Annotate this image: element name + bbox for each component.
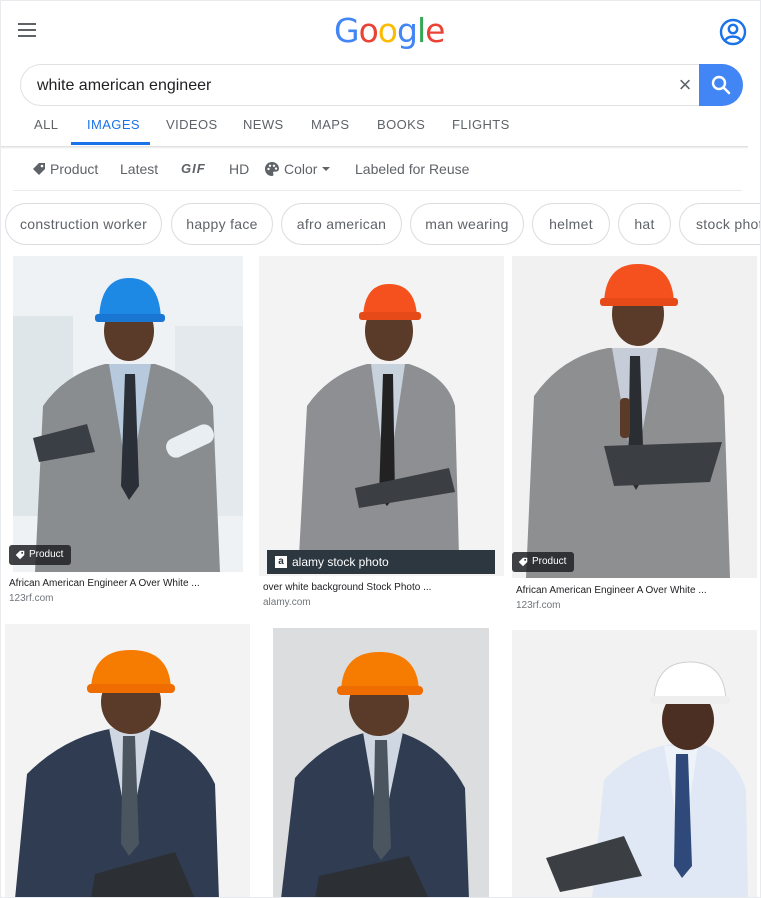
result-title[interactable]: African American Engineer A Over White .… bbox=[9, 578, 200, 589]
result-title[interactable]: over white background Stock Photo ... bbox=[263, 582, 431, 593]
tag-icon bbox=[33, 163, 45, 175]
result-image[interactable] bbox=[5, 624, 250, 897]
result-image[interactable] bbox=[512, 630, 757, 897]
watermark-text: alamy stock photo bbox=[292, 555, 389, 569]
search-box: × bbox=[20, 64, 743, 106]
tool-labeled-for-reuse[interactable]: Labeled for Reuse bbox=[355, 161, 469, 177]
tab-flights[interactable]: FLIGHTS bbox=[452, 117, 510, 132]
chip[interactable]: construction worker bbox=[5, 203, 162, 245]
result-photo bbox=[273, 628, 489, 897]
tab-books[interactable]: BOOKS bbox=[377, 117, 425, 132]
logo-letter: G bbox=[334, 11, 360, 50]
chip[interactable]: stock photo bbox=[679, 203, 760, 245]
tool-latest[interactable]: Latest bbox=[120, 161, 158, 177]
tab-images[interactable]: IMAGES bbox=[87, 117, 140, 132]
tag-icon bbox=[15, 550, 25, 560]
logo-letter: o bbox=[377, 11, 398, 50]
logo-letter: o bbox=[358, 11, 379, 50]
tool-labeled-label: Labeled for Reuse bbox=[355, 161, 470, 177]
watermark-bar: a alamy stock photo bbox=[267, 550, 495, 574]
tag-icon bbox=[518, 557, 528, 567]
result-photo bbox=[259, 256, 504, 576]
search-tabs: ALL IMAGES VIDEOS NEWS MAPS BOOKS FLIGHT… bbox=[1, 109, 760, 145]
search-results-page: Google × ALL IMAGES VIDEOS NEWS MAPS BOO… bbox=[0, 0, 761, 898]
result-source: 123rf.com bbox=[516, 600, 561, 611]
tool-gif-label: GIF bbox=[181, 161, 206, 176]
tab-news[interactable]: NEWS bbox=[243, 117, 284, 132]
alamy-logo-icon: a bbox=[275, 556, 287, 568]
account-icon[interactable] bbox=[718, 17, 748, 47]
chip[interactable]: hat bbox=[618, 203, 671, 245]
tool-gif[interactable]: GIF bbox=[181, 161, 206, 176]
tabs-shadow bbox=[1, 146, 748, 149]
tool-color-label: Color bbox=[284, 161, 318, 177]
clear-icon[interactable]: × bbox=[673, 74, 697, 98]
menu-icon[interactable] bbox=[15, 17, 41, 43]
result-source: 123rf.com bbox=[9, 593, 54, 604]
result-photo bbox=[512, 256, 757, 578]
result-image[interactable]: Product bbox=[5, 256, 250, 572]
logo-letter: g bbox=[396, 11, 418, 50]
result-image[interactable]: a alamy stock photo bbox=[259, 256, 504, 576]
result-photo bbox=[5, 624, 250, 897]
tool-product-label: Product bbox=[50, 161, 99, 177]
chip[interactable]: afro american bbox=[281, 203, 402, 245]
caret-down-icon bbox=[322, 167, 331, 171]
result-image[interactable] bbox=[259, 628, 504, 897]
search-icon bbox=[711, 75, 731, 95]
chip[interactable]: helmet bbox=[532, 203, 610, 245]
search-button[interactable] bbox=[699, 64, 743, 106]
top-bar: Google bbox=[1, 1, 760, 61]
result-image[interactable]: Product bbox=[512, 256, 757, 578]
result-photo bbox=[13, 256, 243, 572]
search-tools: Product Latest GIF HD Color Labeled for … bbox=[1, 151, 760, 189]
tool-hd[interactable]: HD bbox=[229, 161, 249, 177]
tools-divider bbox=[13, 190, 742, 191]
logo-letter: l bbox=[416, 11, 426, 50]
palette-icon bbox=[265, 162, 279, 176]
chip[interactable]: happy face bbox=[171, 203, 273, 245]
tab-maps[interactable]: MAPS bbox=[311, 117, 349, 132]
tool-latest-label: Latest bbox=[120, 161, 159, 177]
active-tab-indicator bbox=[71, 142, 150, 145]
result-source: alamy.com bbox=[263, 597, 311, 608]
tab-videos[interactable]: VIDEOS bbox=[166, 117, 218, 132]
logo-letter: e bbox=[425, 11, 445, 50]
tab-all[interactable]: ALL bbox=[34, 117, 58, 132]
chip[interactable]: man wearing bbox=[410, 203, 524, 245]
product-badge-label: Product bbox=[29, 549, 64, 560]
product-badge: Product bbox=[512, 552, 575, 572]
result-title[interactable]: African American Engineer A Over White .… bbox=[516, 585, 707, 596]
product-badge: Product bbox=[9, 545, 72, 565]
google-logo[interactable]: Google bbox=[334, 11, 445, 50]
result-photo bbox=[512, 630, 757, 897]
tool-hd-label: HD bbox=[229, 161, 250, 177]
tool-color[interactable]: Color bbox=[264, 161, 337, 177]
product-badge-label: Product bbox=[532, 556, 567, 567]
tool-product[interactable]: Product bbox=[32, 161, 98, 177]
search-input[interactable] bbox=[37, 74, 657, 98]
related-chips: construction worker happy face afro amer… bbox=[1, 203, 760, 247]
